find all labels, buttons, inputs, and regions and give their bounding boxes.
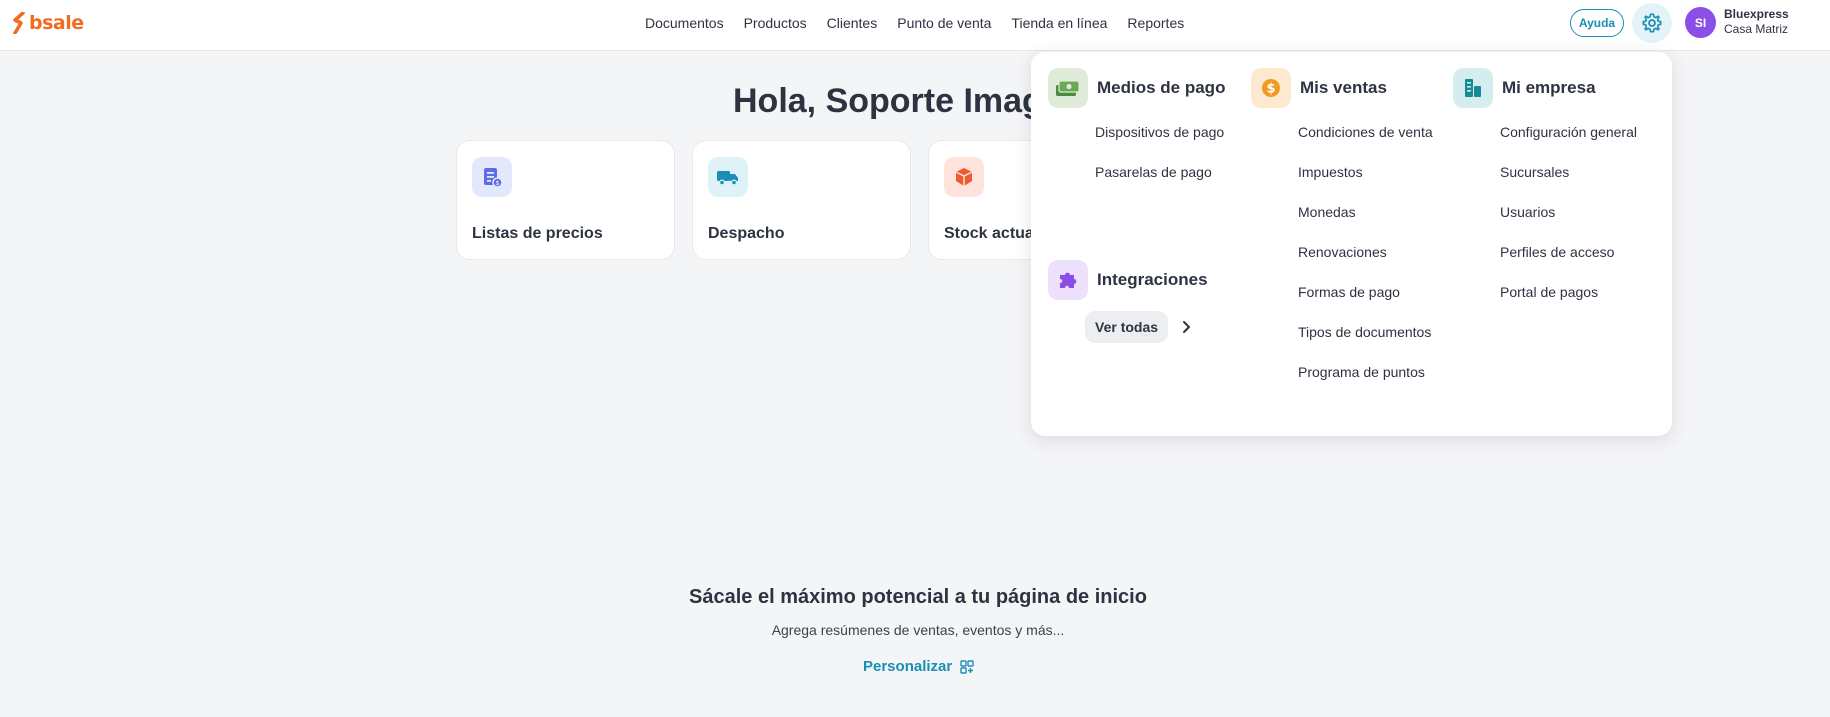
- nav-reportes[interactable]: Reportes: [1117, 14, 1194, 32]
- company-branch: Casa Matriz: [1724, 22, 1789, 36]
- section-title: Integraciones: [1097, 270, 1208, 289]
- price-list-icon: $: [472, 157, 512, 197]
- menu-item-formas-de-pago[interactable]: Formas de pago: [1298, 284, 1400, 300]
- section-mi-empresa: Mi empresa: [1453, 68, 1596, 108]
- menu-item-portal-de-pagos[interactable]: Portal de pagos: [1500, 284, 1598, 300]
- page-greeting: Hola, Soporte Imag: [733, 82, 1043, 120]
- help-button[interactable]: Ayuda: [1570, 9, 1624, 37]
- menu-item-pasarelas-de-pago[interactable]: Pasarelas de pago: [1095, 164, 1212, 180]
- puzzle-icon: [1048, 260, 1088, 300]
- ver-todas-label: Ver todas: [1085, 311, 1169, 343]
- section-title: Mi empresa: [1502, 78, 1596, 97]
- nav-documentos[interactable]: Documentos: [635, 14, 734, 32]
- bsale-logo-icon: [13, 12, 25, 34]
- top-header: bsale Documentos Productos Clientes Punt…: [0, 0, 1830, 51]
- card-label: Stock actua: [944, 225, 1034, 242]
- promo-title: Sácale el máximo potencial a tu página d…: [689, 586, 1147, 608]
- menu-item-tipos-de-documentos[interactable]: Tipos de documentos: [1298, 324, 1431, 340]
- menu-item-condiciones-de-venta[interactable]: Condiciones de venta: [1298, 124, 1433, 140]
- main-nav: Documentos Productos Clientes Punto de v…: [635, 14, 1194, 32]
- menu-item-dispositivos-de-pago[interactable]: Dispositivos de pago: [1095, 124, 1224, 140]
- svg-text:$: $: [1266, 82, 1275, 97]
- card-label: Listas de precios: [472, 225, 603, 242]
- section-title: Medios de pago: [1097, 78, 1226, 97]
- menu-item-sucursales[interactable]: Sucursales: [1500, 164, 1569, 180]
- ver-todas-button[interactable]: Ver todas: [1085, 311, 1192, 343]
- coin-icon: $: [1251, 68, 1291, 108]
- logo-text: bsale: [29, 12, 84, 34]
- settings-dropdown: Medios de pago Dispositivos de pago Pasa…: [1031, 52, 1672, 436]
- personalizar-label: Personalizar: [863, 658, 953, 675]
- section-medios-de-pago: Medios de pago: [1048, 68, 1225, 108]
- widgets-add-icon: [960, 659, 974, 674]
- promo-subtitle: Agrega resúmenes de ventas, eventos y má…: [771, 622, 1065, 638]
- menu-item-impuestos[interactable]: Impuestos: [1298, 164, 1363, 180]
- section-integraciones: Integraciones: [1048, 260, 1208, 300]
- chevron-right-icon: [1183, 321, 1191, 333]
- company-selector[interactable]: Bluexpress Casa Matriz: [1724, 7, 1789, 37]
- building-icon: [1453, 68, 1493, 108]
- section-mis-ventas: $ Mis ventas: [1251, 68, 1387, 108]
- personalizar-link[interactable]: Personalizar: [863, 658, 974, 675]
- menu-item-configuracion-general[interactable]: Configuración general: [1500, 124, 1637, 140]
- user-avatar[interactable]: SI: [1685, 7, 1716, 38]
- card-listas-de-precios[interactable]: $ Listas de precios: [456, 140, 675, 260]
- menu-item-programa-de-puntos[interactable]: Programa de puntos: [1298, 364, 1425, 380]
- truck-icon: [708, 157, 748, 197]
- bsale-logo[interactable]: bsale: [12, 12, 84, 34]
- menu-item-usuarios[interactable]: Usuarios: [1500, 204, 1555, 220]
- menu-item-monedas[interactable]: Monedas: [1298, 204, 1356, 220]
- money-icon: [1048, 68, 1088, 108]
- nav-productos[interactable]: Productos: [734, 14, 817, 32]
- box-icon: [944, 157, 984, 197]
- nav-tienda-en-linea[interactable]: Tienda en línea: [1001, 14, 1117, 32]
- menu-item-renovaciones[interactable]: Renovaciones: [1298, 244, 1387, 260]
- nav-punto-de-venta[interactable]: Punto de venta: [887, 14, 1001, 32]
- gear-icon: [1642, 13, 1662, 33]
- card-label: Despacho: [708, 225, 785, 242]
- settings-button[interactable]: [1632, 3, 1672, 43]
- svg-text:$: $: [496, 180, 500, 187]
- section-title: Mis ventas: [1300, 78, 1387, 97]
- company-name: Bluexpress: [1724, 7, 1789, 21]
- card-despacho[interactable]: Despacho: [692, 140, 911, 260]
- nav-clientes[interactable]: Clientes: [817, 14, 888, 32]
- menu-item-perfiles-de-acceso[interactable]: Perfiles de acceso: [1500, 244, 1614, 260]
